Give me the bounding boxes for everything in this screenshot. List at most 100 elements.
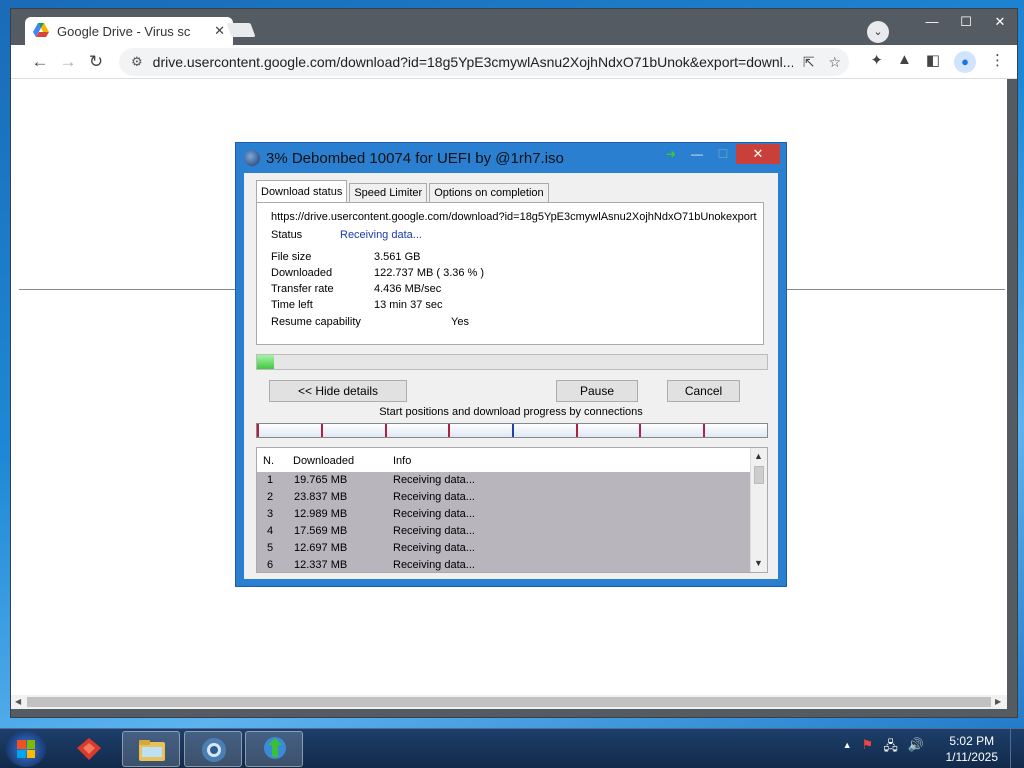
col-n[interactable]: N. [263,455,274,467]
scroll-right-icon[interactable]: ▶ [995,695,1001,709]
url-text[interactable]: drive.usercontent.google.com/download?id… [153,54,793,70]
list-item[interactable]: 1 19.765 MB Receiving data... [257,472,751,489]
conn-n: 3 [267,508,274,520]
taskbar-app-toolbox[interactable] [60,731,118,767]
browser-globe-icon [202,738,226,762]
idm-body: Download status Speed Limiter Options on… [244,173,778,579]
tab-search-icon[interactable]: ⌄ [867,21,889,43]
time-left-value: 13 min 37 sec [374,299,443,311]
tab-title: Google Drive - Virus sc [57,23,191,39]
start-button[interactable] [6,731,46,767]
list-item[interactable]: 6 12.337 MB Receiving data... [257,557,751,572]
idm-title-bar[interactable]: 3% Debombed 10074 for UEFI by @1rh7.iso … [236,143,786,173]
browser-tab[interactable]: Google Drive - Virus sc ✕ [25,17,233,45]
progress-fill [257,355,275,369]
address-bar[interactable]: ⚙ drive.usercontent.google.com/download?… [119,48,849,76]
conn-downloaded: 17.569 MB [294,525,348,537]
connection-marker [639,424,641,437]
taskbar-app-browser[interactable] [184,731,242,767]
new-tab-button[interactable] [226,23,256,37]
connection-marker [385,424,387,437]
tab-download-status[interactable]: Download status [256,180,348,202]
time-left-label: Time left [271,299,313,311]
volume-icon[interactable]: 🔊 [908,737,924,759]
bookmark-star-icon[interactable]: ☆ [828,54,841,70]
list-scrollbar[interactable]: ▲ ▼ [750,448,767,572]
connection-marker [576,424,578,437]
downloaded-value: 122.737 MB ( 3.36 % ) [374,267,485,279]
list-item[interactable]: 5 12.697 MB Receiving data... [257,540,751,557]
taskbar: ▲ ⚑ 🖧 🔊 5:02 PM 1/11/2025 [0,728,1024,768]
side-panel-icon[interactable]: ◧ [926,51,940,73]
conn-info: Receiving data... [393,474,475,486]
clock[interactable]: 5:02 PM 1/11/2025 [946,733,999,765]
share-icon[interactable]: ⇱ [803,54,815,70]
idm-close-button[interactable]: ✕ [736,144,780,164]
list-item[interactable]: 4 17.569 MB Receiving data... [257,523,751,540]
tab-speed-limiter[interactable]: Speed Limiter [349,183,428,202]
col-downloaded[interactable]: Downloaded [293,455,354,467]
connection-marker [512,424,514,437]
lab-flask-icon[interactable]: ▲ [897,51,912,73]
conn-downloaded: 12.337 MB [294,559,348,571]
list-scroll-thumb[interactable] [754,466,764,484]
menu-kebab-icon[interactable]: ⋮ [990,51,1005,73]
file-size-label: File size [271,251,312,263]
tab-options-on-completion[interactable]: Options on completion [429,183,549,202]
minimize-button[interactable]: — [915,9,949,35]
tab-close-icon[interactable]: ✕ [214,23,225,39]
windows-logo-icon [17,740,35,758]
action-center-flag-icon[interactable]: ⚑ [862,737,874,759]
site-info-icon[interactable]: ⚙ [131,54,143,70]
col-info[interactable]: Info [393,455,411,467]
idm-pin-icon[interactable]: ➜ [658,147,684,161]
back-icon[interactable]: ← [29,51,51,73]
download-status-panel: https://drive.usercontent.google.com/dow… [256,202,764,345]
conn-n: 1 [267,474,274,486]
transfer-rate-value: 4.436 MB/sec [374,283,442,295]
scrollbar-thumb[interactable] [27,697,991,707]
forward-icon[interactable]: → [57,51,79,73]
connection-marker [257,424,259,437]
horizontal-scrollbar[interactable]: ◀ ▶ [11,695,1007,709]
close-button[interactable]: ✕ [983,9,1017,35]
transfer-rate-label: Transfer rate [271,283,334,295]
status-value: Receiving data... [340,229,422,241]
scroll-down-icon[interactable]: ▼ [754,558,763,568]
conn-n: 5 [267,542,274,554]
connections-label: Start positions and download progress by… [379,406,643,418]
idm-title: 3% Debombed 10074 for UEFI by @1rh7.iso [266,149,564,167]
scroll-left-icon[interactable]: ◀ [15,695,21,709]
hide-details-button[interactable]: << Hide details [269,380,407,402]
list-item[interactable]: 2 23.837 MB Receiving data... [257,489,751,506]
network-icon[interactable]: 🖧 [883,737,898,759]
idm-globe-icon [264,737,286,759]
extensions-icon[interactable]: ✦ [870,51,883,73]
taskbar-app-explorer[interactable] [122,731,180,767]
taskbar-app-idm[interactable] [245,731,303,767]
connection-marker [321,424,323,437]
conn-info: Receiving data... [393,525,475,537]
window-controls: — ☐ ✕ [915,9,1017,37]
reload-icon[interactable]: ↻ [85,51,107,73]
connections-list: N. Downloaded Info 1 19.765 MB Receiving… [256,447,768,573]
connection-marker [703,424,705,437]
pause-button[interactable]: Pause [556,380,638,402]
maximize-button[interactable]: ☐ [949,9,983,35]
show-desktop-button[interactable] [1010,729,1024,768]
cancel-button[interactable]: Cancel [667,380,740,402]
scroll-up-icon[interactable]: ▲ [754,451,763,461]
conn-n: 4 [267,525,274,537]
idm-maximize-button[interactable]: ☐ [710,147,736,161]
idm-minimize-button[interactable]: — [684,147,710,161]
show-hidden-icons-icon[interactable]: ▲ [843,740,852,759]
conn-info: Receiving data... [393,491,475,503]
list-item[interactable]: 3 12.989 MB Receiving data... [257,506,751,523]
resume-label: Resume capability [271,316,361,328]
conn-info: Receiving data... [393,508,475,520]
connection-marker [448,424,450,437]
conn-n: 2 [267,491,274,503]
profile-avatar-icon[interactable]: ● [954,51,976,73]
tab-strip: Google Drive - Virus sc ✕ ⌄ — ☐ ✕ [11,9,1017,45]
conn-info: Receiving data... [393,542,475,554]
